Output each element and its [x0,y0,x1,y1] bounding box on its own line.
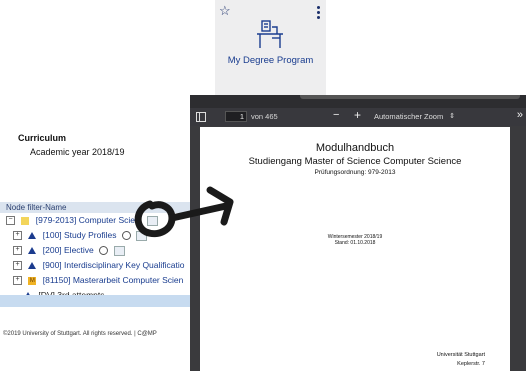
desk-chair-icon [257,20,283,48]
tree-item-label[interactable]: [200] Elective [43,245,94,255]
module-m-icon: M [28,276,37,285]
expand-toggle[interactable]: + [13,246,22,256]
kebab-menu-icon[interactable] [317,6,320,21]
triangle-icon [28,232,37,240]
document-university: Universität Stuttgart [436,352,485,358]
document-regulation: Prüfungsordnung: 979-2013 [314,169,396,176]
document-title: Modulhandbuch [315,142,395,154]
triangle-icon [28,247,37,255]
expand-toggle[interactable]: + [13,231,22,241]
sidebar-toggle-icon[interactable] [196,112,206,122]
pdf-toolbar: 1 von 465 − + Automatischer Zoom ⇕ » [190,108,526,126]
tree-item[interactable]: + [900] Interdisciplinary Key Qualificat… [0,258,200,273]
zoom-select[interactable]: Automatischer Zoom ⇕ [371,111,457,122]
zoom-in-button[interactable]: + [354,108,361,122]
hand-drawn-arrow-annotation [134,186,234,238]
tree-item-label[interactable]: [81150] Masterarbeit Computer Scien [43,275,184,285]
expand-toggle[interactable]: + [13,261,22,271]
clock-icon[interactable] [99,246,109,256]
triangle-icon [28,262,37,270]
document-date: Stand: 01.10.2018 [334,240,376,246]
tree-root-label[interactable]: [979-2013] Computer Scie... [36,215,142,225]
star-outline-icon[interactable]: ☆ [219,4,231,17]
document-street: Keplerstr. 7 [457,361,485,367]
zoom-select-value: Automatischer Zoom [374,112,444,121]
chevron-updown-icon: ⇕ [449,113,455,120]
pdf-page: Modulhandbuch Studiengang Master of Scie… [200,127,510,371]
tree-bottom-band [0,295,200,307]
folder-icon [21,216,30,225]
expand-toggle[interactable]: + [13,276,22,286]
tree-item[interactable]: + M [81150] Masterarbeit Computer Scien [0,273,200,288]
curriculum-year: Academic year 2018/19 [30,147,125,157]
page-count: von 465 [251,112,278,121]
collapse-toggle[interactable]: − [6,216,15,226]
zoom-out-button[interactable]: − [333,109,339,121]
tree-item-label[interactable]: [100] Study Profiles [43,230,117,240]
tile-label[interactable]: My Degree Program [215,55,326,66]
calendar-icon[interactable] [113,245,125,256]
viewer-top-strip [190,95,526,108]
curriculum-title: Curriculum [18,133,67,143]
document-subtitle: Studiengang Master of Science Computer S… [248,156,462,167]
more-tools-icon[interactable]: » [517,109,523,121]
tree-item-label[interactable]: [900] Interdisciplinary Key Qualificatio [43,260,185,270]
page-number-input[interactable]: 1 [225,111,247,122]
copyright-footer: ©2019 University of Stuttgart. All right… [3,331,157,337]
degree-program-tile[interactable]: ☆ My Degree Program [215,0,326,95]
